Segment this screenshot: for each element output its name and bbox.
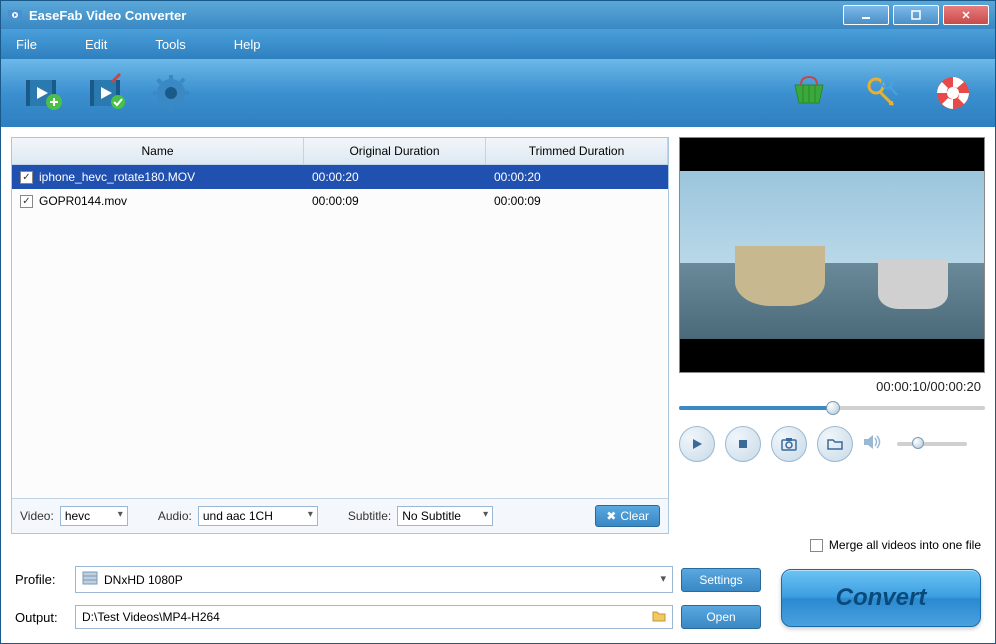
- snapshot-button[interactable]: [771, 426, 807, 462]
- audio-stream-select[interactable]: und aac 1CH: [198, 506, 318, 526]
- bottom-area: Profile: DNxHD 1080P Settings Output: D:…: [1, 558, 995, 643]
- output-label: Output:: [15, 610, 67, 625]
- window-controls: [843, 5, 989, 25]
- settings-gear-button[interactable]: [149, 71, 193, 115]
- app-window: EaseFab Video Converter File Edit Tools …: [0, 0, 996, 644]
- profile-format-icon: [82, 571, 98, 588]
- help-button[interactable]: [931, 71, 975, 115]
- video-label: Video:: [20, 509, 54, 523]
- column-trimmed-duration[interactable]: Trimmed Duration: [486, 138, 668, 165]
- preview-image: [680, 171, 984, 339]
- menu-help[interactable]: Help: [234, 37, 261, 52]
- clear-button[interactable]: ✖ Clear: [595, 505, 660, 527]
- volume-icon[interactable]: [863, 433, 887, 456]
- trimmed-duration: 00:00:20: [486, 165, 668, 189]
- subtitle-select[interactable]: No Subtitle: [397, 506, 493, 526]
- main-area: Name Original Duration Trimmed Duration …: [1, 127, 995, 534]
- file-name: GOPR0144.mov: [39, 194, 127, 208]
- file-name: iphone_hevc_rotate180.MOV: [39, 170, 195, 184]
- play-button[interactable]: [679, 426, 715, 462]
- edit-video-button[interactable]: [85, 71, 129, 115]
- menu-edit[interactable]: Edit: [85, 37, 107, 52]
- menu-tools[interactable]: Tools: [155, 37, 185, 52]
- file-table: Name Original Duration Trimmed Duration …: [12, 138, 668, 498]
- add-video-button[interactable]: [21, 71, 65, 115]
- browse-folder-icon[interactable]: [652, 610, 666, 625]
- minimize-button[interactable]: [843, 5, 889, 25]
- settings-button[interactable]: Settings: [681, 568, 761, 592]
- table-header: Name Original Duration Trimmed Duration: [12, 138, 668, 165]
- register-button[interactable]: [859, 71, 903, 115]
- merge-row: Merge all videos into one file: [1, 534, 995, 558]
- player-controls: [679, 426, 985, 462]
- volume-slider[interactable]: [897, 442, 967, 446]
- volume-thumb[interactable]: [912, 437, 924, 449]
- merge-label: Merge all videos into one file: [829, 538, 981, 552]
- audio-label: Audio:: [158, 509, 192, 523]
- open-button[interactable]: Open: [681, 605, 761, 629]
- maximize-button[interactable]: [893, 5, 939, 25]
- table-row[interactable]: ✓ GOPR0144.mov 00:00:09 00:00:09: [12, 189, 668, 213]
- seek-thumb[interactable]: [826, 401, 840, 415]
- menu-file[interactable]: File: [16, 37, 37, 52]
- profile-select[interactable]: DNxHD 1080P: [75, 566, 673, 593]
- table-body: ✓ iphone_hevc_rotate180.MOV 00:00:20 00:…: [12, 165, 668, 498]
- stream-bar: Video: hevc Audio: und aac 1CH Subtitle:…: [12, 498, 668, 533]
- window-title: EaseFab Video Converter: [29, 8, 843, 23]
- app-icon: [7, 7, 23, 23]
- row-checkbox[interactable]: ✓: [20, 195, 33, 208]
- original-duration: 00:00:20: [304, 165, 486, 189]
- purchase-button[interactable]: [787, 71, 831, 115]
- trimmed-duration: 00:00:09: [486, 189, 668, 213]
- file-list-panel: Name Original Duration Trimmed Duration …: [11, 137, 669, 534]
- row-checkbox[interactable]: ✓: [20, 171, 33, 184]
- preview-viewport[interactable]: [679, 137, 985, 373]
- merge-checkbox[interactable]: [810, 539, 823, 552]
- clear-icon: ✖: [606, 509, 616, 523]
- preview-panel: 00:00:10/00:00:20: [679, 137, 985, 534]
- seek-slider[interactable]: [679, 400, 985, 416]
- output-path-field[interactable]: D:\Test Videos\MP4-H264: [75, 605, 673, 629]
- titlebar: EaseFab Video Converter: [1, 1, 995, 29]
- convert-button[interactable]: Convert: [781, 569, 981, 627]
- open-folder-button[interactable]: [817, 426, 853, 462]
- original-duration: 00:00:09: [304, 189, 486, 213]
- video-stream-select[interactable]: hevc: [60, 506, 128, 526]
- subtitle-label: Subtitle:: [348, 509, 391, 523]
- stop-button[interactable]: [725, 426, 761, 462]
- table-row[interactable]: ✓ iphone_hevc_rotate180.MOV 00:00:20 00:…: [12, 165, 668, 189]
- column-original-duration[interactable]: Original Duration: [304, 138, 486, 165]
- column-name[interactable]: Name: [12, 138, 304, 165]
- profile-label: Profile:: [15, 572, 67, 587]
- menubar: File Edit Tools Help: [1, 29, 995, 59]
- toolbar: [1, 59, 995, 127]
- close-button[interactable]: [943, 5, 989, 25]
- time-display: 00:00:10/00:00:20: [679, 373, 985, 398]
